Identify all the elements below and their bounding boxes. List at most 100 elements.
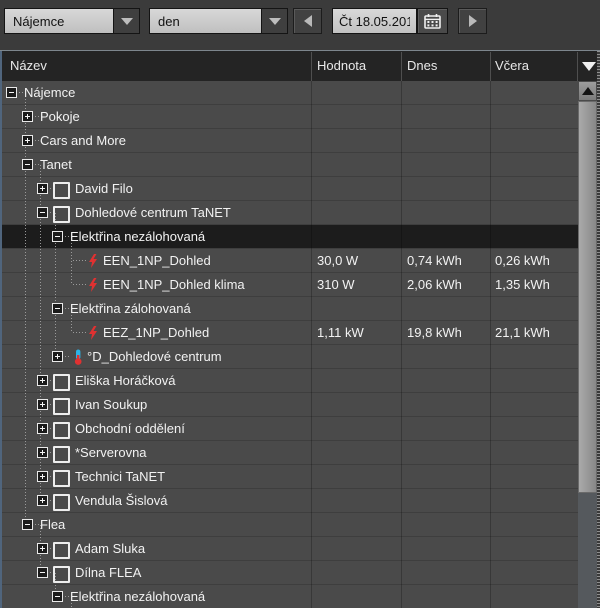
row-checkbox[interactable] <box>53 206 70 223</box>
vcera-cell: 1,35 kWh <box>495 273 550 296</box>
column-separator <box>401 52 402 81</box>
tree-row[interactable]: Adam Sluka <box>0 537 578 561</box>
column-header-vcera[interactable]: Včera <box>495 51 529 81</box>
dnes-cell: 0,74 kWh <box>407 249 462 272</box>
collapse-toggle[interactable] <box>52 231 63 242</box>
tree-row[interactable]: EEN_1NP_Dohled30,0 W0,74 kWh0,26 kWh <box>0 249 578 273</box>
expand-toggle[interactable] <box>22 111 33 122</box>
row-checkbox[interactable] <box>53 374 70 391</box>
row-checkbox[interactable] <box>53 182 70 199</box>
arrow-right-icon <box>469 15 477 27</box>
date-input[interactable] <box>332 8 417 34</box>
tree-row[interactable]: Nájemce <box>0 81 578 105</box>
scrollbar-thumb[interactable] <box>578 101 597 493</box>
toolbar: Nájemce den <box>0 0 600 50</box>
tree-row[interactable]: °D_Dohledové centrum <box>0 345 578 369</box>
energy-tree-window: Nájemce den <box>0 0 600 608</box>
row-checkbox[interactable] <box>53 542 70 559</box>
period-dropdown[interactable]: den <box>149 8 288 34</box>
tree-guide-line <box>71 273 72 285</box>
tree-row-label: Ivan Soukup <box>75 393 147 416</box>
expand-toggle[interactable] <box>37 423 48 434</box>
column-header-dnes[interactable]: Dnes <box>407 51 437 81</box>
tree-row[interactable]: Obchodní oddělení <box>0 417 578 441</box>
column-header-nazev[interactable]: Název <box>10 51 47 81</box>
row-checkbox[interactable] <box>53 566 70 583</box>
tree-rows: NájemcePokojeCars and MoreTanetDavid Fil… <box>0 81 578 608</box>
tenant-dropdown-button[interactable] <box>113 9 139 33</box>
tree-row-label: °D_Dohledové centrum <box>87 345 222 368</box>
tree-row-label: Vendula Šislová <box>75 489 168 512</box>
tree-guide-line <box>25 201 26 225</box>
collapse-toggle[interactable] <box>52 303 63 314</box>
tree-row[interactable]: EEN_1NP_Dohled klima310 W2,06 kWh1,35 kW… <box>0 273 578 297</box>
expand-toggle[interactable] <box>37 375 48 386</box>
tree-row[interactable]: Cars and More <box>0 129 578 153</box>
lightning-icon <box>88 254 98 271</box>
tree-guide-line <box>55 249 56 273</box>
calendar-button[interactable] <box>417 8 448 34</box>
tree-guide-line <box>25 393 26 417</box>
prev-day-button[interactable] <box>293 8 322 34</box>
tree-row[interactable]: Elektřina zálohovaná <box>0 297 578 321</box>
tree-guide-line <box>73 332 86 333</box>
tenant-dropdown-value[interactable]: Nájemce <box>5 9 113 33</box>
column-filter-button[interactable] <box>578 51 599 81</box>
expand-toggle[interactable] <box>37 495 48 506</box>
collapse-toggle[interactable] <box>37 567 48 578</box>
tree-row[interactable]: Vendula Šislová <box>0 489 578 513</box>
collapse-toggle[interactable] <box>52 591 63 602</box>
column-separator <box>490 52 491 81</box>
tree-row-label: Elektřina zálohovaná <box>70 297 191 320</box>
tree-row-label: Elektřina nezálohovaná <box>70 225 205 248</box>
period-dropdown-value[interactable]: den <box>150 9 261 33</box>
row-checkbox[interactable] <box>53 446 70 463</box>
hodnota-cell: 30,0 W <box>317 249 358 272</box>
tree-guide-line <box>25 249 26 273</box>
tree-row[interactable]: Flea <box>0 513 578 537</box>
tree-row[interactable]: Ivan Soukup <box>0 393 578 417</box>
tree-row-label: Obchodní oddělení <box>75 417 185 440</box>
tree-row[interactable]: Tanet <box>0 153 578 177</box>
row-checkbox[interactable] <box>53 398 70 415</box>
tree-row[interactable]: Eliška Horáčková <box>0 369 578 393</box>
tree-row[interactable]: Dohledové centrum TaNET <box>0 201 578 225</box>
next-day-button[interactable] <box>458 8 487 34</box>
row-checkbox[interactable] <box>53 470 70 487</box>
tree-row[interactable]: Technici TaNET <box>0 465 578 489</box>
collapse-toggle[interactable] <box>22 519 33 530</box>
tree-row[interactable]: Dílna FLEA <box>0 561 578 585</box>
expand-toggle[interactable] <box>37 399 48 410</box>
expand-toggle[interactable] <box>37 447 48 458</box>
tree-row-label: Flea <box>40 513 65 536</box>
tenant-dropdown[interactable]: Nájemce <box>4 8 140 34</box>
expand-toggle[interactable] <box>22 135 33 146</box>
tree-row[interactable]: *Serverovna <box>0 441 578 465</box>
expand-toggle[interactable] <box>52 351 63 362</box>
scroll-up-button[interactable] <box>578 81 597 101</box>
tree-row[interactable]: Pokoje <box>0 105 578 129</box>
column-header-hodnota[interactable]: Hodnota <box>317 51 366 81</box>
tree-row[interactable]: Elektřina nezálohovaná <box>0 225 578 249</box>
expand-toggle[interactable] <box>37 543 48 554</box>
expand-toggle[interactable] <box>37 471 48 482</box>
row-checkbox[interactable] <box>53 422 70 439</box>
tree-guide-line <box>25 225 26 249</box>
vertical-scrollbar[interactable] <box>578 81 597 608</box>
column-separator <box>311 52 312 81</box>
tree-row[interactable]: David Filo <box>0 177 578 201</box>
tree-guide-line <box>65 356 71 357</box>
period-dropdown-button[interactable] <box>261 9 287 33</box>
row-checkbox[interactable] <box>53 494 70 511</box>
tree-row[interactable]: Elektřina nezálohovaná <box>0 585 578 608</box>
tree-row[interactable]: EEZ_1NP_Dohled1,11 kW19,8 kWh21,1 kWh <box>0 321 578 345</box>
tree-row-label: EEN_1NP_Dohled <box>103 249 211 272</box>
arrow-up-icon <box>582 87 594 95</box>
collapse-toggle[interactable] <box>37 207 48 218</box>
collapse-toggle[interactable] <box>22 159 33 170</box>
vcera-cell: 21,1 kWh <box>495 321 550 344</box>
expand-toggle[interactable] <box>37 183 48 194</box>
tree-row-label: Elektřina nezálohovaná <box>70 585 205 608</box>
collapse-toggle[interactable] <box>6 87 17 98</box>
tree-guide-line <box>25 321 26 345</box>
